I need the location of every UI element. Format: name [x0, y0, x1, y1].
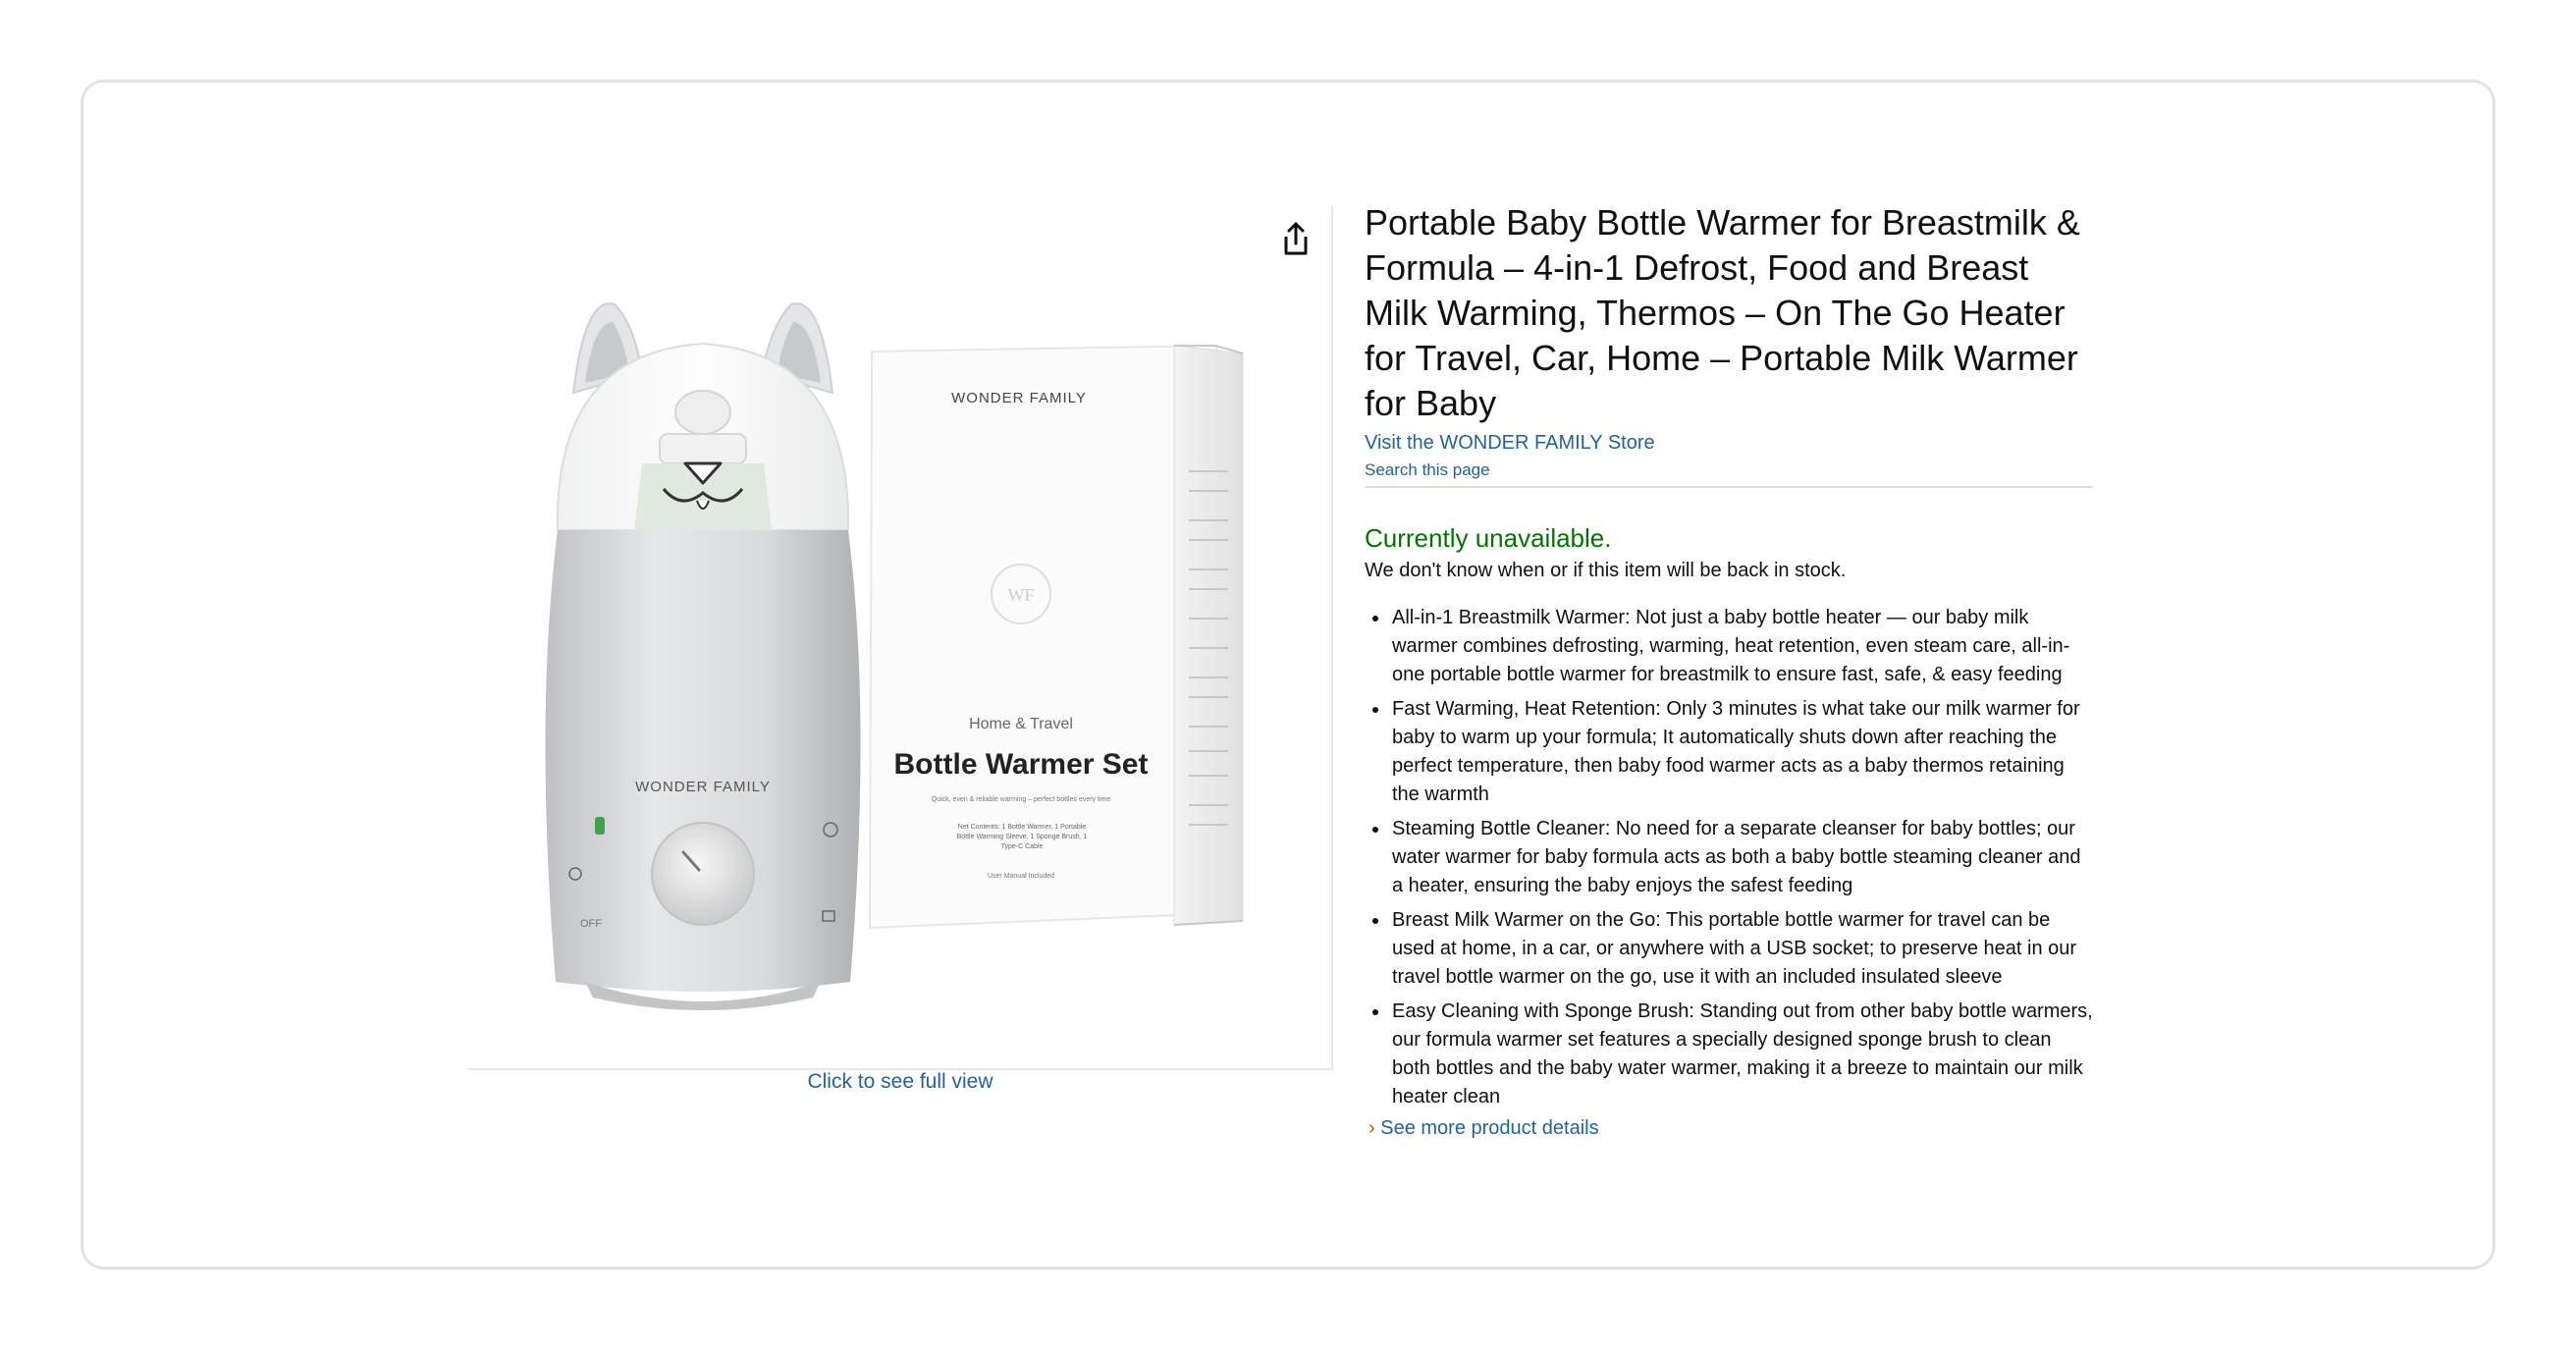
box-brand-label: WONDER FAMILY [951, 390, 1087, 406]
product-title: Portable Baby Bottle Warmer for Breastmi… [1365, 202, 2080, 423]
product-details: Portable Baby Bottle Warmer for Breastmi… [1365, 200, 2093, 1147]
chevron-icon: › [1368, 1117, 1375, 1139]
full-view-link[interactable]: Click to see full view [467, 1070, 1333, 1094]
box-manual-note: User Manual Included [988, 873, 1054, 880]
feature-bullets: All-in-1 Breastmilk Warmer: Not just a b… [1365, 604, 2093, 1111]
feature-bullet: All-in-1 Breastmilk Warmer: Not just a b… [1390, 604, 2093, 689]
divider [1365, 486, 2093, 488]
store-link[interactable]: Visit the WONDER FAMILY Store [1365, 432, 2093, 455]
box-contents: Net Contents: 1 Bottle Warmer, 1 Portabl… [956, 824, 1088, 850]
box-logo-text: WF [1008, 585, 1035, 605]
feature-bullet: Fast Warming, Heat Retention: Only 3 min… [1390, 695, 2093, 809]
feature-bullet: Breast Milk Warmer on the Go: This porta… [1390, 906, 2093, 992]
status-led [595, 817, 605, 835]
device-brand-label: WONDER FAMILY [635, 779, 771, 795]
availability-status: Currently unavailable. [1365, 523, 1612, 553]
device-off-label: OFF [580, 918, 602, 930]
share-icon [1284, 222, 1308, 255]
see-more-label: See more product details [1380, 1117, 1599, 1139]
see-more-link[interactable]: › See more product details [1365, 1117, 2093, 1140]
box-tagline: Quick, even & reliable warming – perfect… [932, 796, 1111, 803]
box-subtitle: Home & Travel [969, 716, 1073, 732]
temperature-knob [651, 822, 755, 926]
search-page-link[interactable]: Search this page [1365, 460, 2093, 480]
box-title: Bottle Warmer Set [894, 748, 1149, 781]
product-image[interactable]: WONDER FAMILY OFF WONDER FAMILY WF Home … [467, 206, 1331, 1068]
feature-bullet: Easy Cleaning with Sponge Brush: Standin… [1390, 998, 2093, 1111]
product-image-container[interactable]: WONDER FAMILY OFF WONDER FAMILY WF Home … [467, 206, 1333, 1070]
availability-note: We don't know when or if this item will … [1365, 560, 1847, 581]
feature-bullet: Steaming Bottle Cleaner: No need for a s… [1390, 815, 2093, 900]
share-button[interactable] [1278, 220, 1314, 259]
